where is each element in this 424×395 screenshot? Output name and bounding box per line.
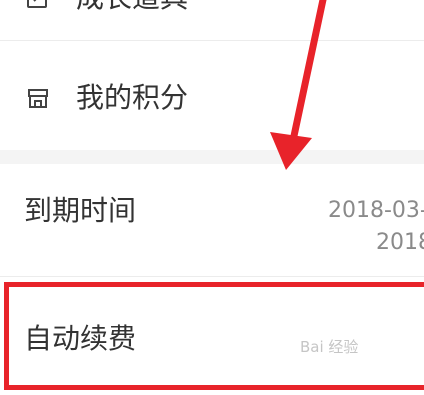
menu-item-label: 成长道具 [76,0,188,15]
section-divider [0,150,424,164]
menu-item-growth-props[interactable]: 成长道具 [0,0,424,40]
expiry-date-line2: 2018 [376,230,424,255]
edit-icon [26,0,50,10]
store-icon [26,86,50,110]
expiry-row: 到期时间 2018-03- 2018 [0,164,424,274]
divider [0,40,424,41]
divider [0,276,424,277]
highlight-annotation-box [4,282,424,390]
expiry-date-line1: 2018-03- [328,198,424,223]
expiry-label: 到期时间 [24,194,137,227]
membership-settings-screen: 成长道具 我的积分 到期时间 2018-03- 2018 自动续费 Bai 经验 [0,0,424,395]
menu-item-my-points[interactable]: 我的积分 [0,60,424,140]
menu-item-label: 我的积分 [76,81,189,114]
watermark: Bai 经验 [300,338,359,356]
